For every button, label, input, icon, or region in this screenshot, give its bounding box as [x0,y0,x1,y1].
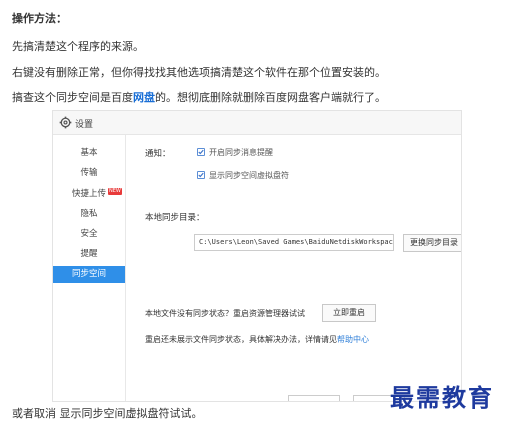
change-dir-button[interactable]: 更换同步目录 [403,234,461,252]
help-text-before: 重启还未展示文件同步状态，具体解决办法，详情请见 [145,335,337,344]
virtual-drive-label: 显示同步空间虚拟盘符 [209,171,289,180]
sync-dir-field[interactable]: C:\Users\Leon\Saved Games\BaiduNetdiskWo… [194,234,394,251]
sidebar-item-sync-space[interactable]: 同步空间 [53,266,125,283]
sidebar-item-privacy[interactable]: 隐私 [53,206,125,223]
dialog-button-1[interactable] [288,395,340,401]
paragraph-3-text-before: 搞查这个同步空间是百度 [12,91,133,104]
article-footer: 或者取消 显示同步空间虚拟盘符试试。 [12,407,203,420]
restart-now-button[interactable]: 立即重启 [322,304,376,322]
message-reminder-checkbox[interactable] [197,148,205,156]
sync-status-question: 本地文件没有同步状态？重启资源管理器试试 [145,309,305,318]
notify-label: 通知： [145,149,171,159]
settings-content: 通知： 开启同步消息提醒 显示同步空间虚拟盘符 本地同步目录： C:\Users… [127,135,461,401]
sync-dir-label: 本地同步目录： [145,213,205,223]
help-center-link[interactable]: 帮助中心 [337,335,369,344]
new-badge: NEW [108,188,122,195]
virtual-drive-checkbox[interactable] [197,171,205,179]
article-paragraph-2: 右键没有删除正常，但你得找找其他选项搞清楚这个软件在那个位置安装的。 [12,66,386,79]
window-title: 设置 [75,120,94,130]
message-reminder-label: 开启同步消息提醒 [209,148,273,157]
settings-window: 设置 基本 传输 快捷上传 NEW 隐私 安全 提醒 同步空间 通知： 开启同步… [52,110,462,402]
article-title: 操作方法： [12,12,67,25]
paragraph-3-text-after: 的。想彻底删除就删除百度网盘客户端就行了。 [155,91,386,104]
sidebar-item-basic[interactable]: 基本 [53,145,125,162]
sidebar-item-quick-upload[interactable]: 快捷上传 NEW [53,186,125,203]
window-titlebar: 设置 [53,111,461,135]
sidebar-item-reminder[interactable]: 提醒 [53,246,125,263]
checkmark-icon [198,149,204,155]
gear-icon [59,116,72,129]
checkmark-icon [198,172,204,178]
article-paragraph-3: 搞查这个同步空间是百度网盘的。想彻底删除就删除百度网盘客户端就行了。 [12,89,386,105]
sidebar-item-security[interactable]: 安全 [53,226,125,243]
article-paragraph-1: 先搞清楚这个程序的来源。 [12,40,144,53]
watermark-logo: 最需教育 [390,383,494,412]
netdisk-link[interactable]: 网盘 [133,91,155,104]
sidebar-item-label: 快捷上传 [71,189,106,199]
settings-sidebar: 基本 传输 快捷上传 NEW 隐私 安全 提醒 同步空间 [53,135,126,401]
sidebar-item-transfer[interactable]: 传输 [53,165,125,182]
help-text: 重启还未展示文件同步状态，具体解决办法，详情请见帮助中心 [145,334,369,345]
